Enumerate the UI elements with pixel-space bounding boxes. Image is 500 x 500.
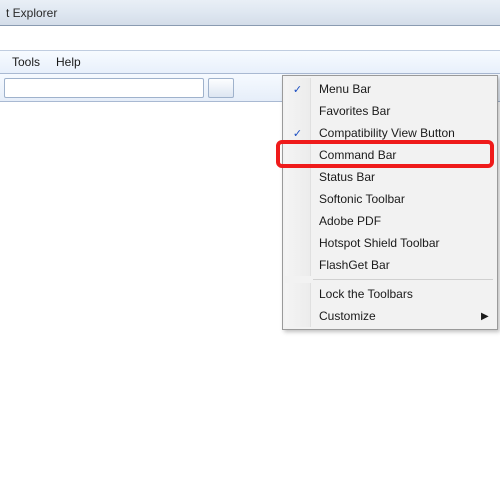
address-field[interactable]	[4, 78, 204, 98]
menu-icon-slot	[285, 210, 311, 232]
menu-icon-slot	[285, 254, 311, 276]
context-menu-item[interactable]: Menu Bar	[285, 78, 495, 100]
context-menu-label: Status Bar	[311, 170, 481, 184]
menu-tools[interactable]: Tools	[4, 53, 48, 71]
context-menu-item[interactable]: Lock the Toolbars	[285, 283, 495, 305]
check-icon	[285, 122, 311, 144]
context-menu-label: Menu Bar	[311, 82, 481, 96]
context-menu-label: Lock the Toolbars	[311, 287, 481, 301]
window-title: t Explorer	[6, 6, 57, 20]
context-menu-item[interactable]: FlashGet Bar	[285, 254, 495, 276]
context-menu-item[interactable]: Compatibility View Button	[285, 122, 495, 144]
context-menu-item[interactable]: Command Bar	[285, 144, 495, 166]
context-menu-item[interactable]: Adobe PDF	[285, 210, 495, 232]
context-menu-item[interactable]: Favorites Bar	[285, 100, 495, 122]
toolbar-context-menu: Menu Bar Favorites Bar Compatibility View …	[282, 75, 498, 330]
context-menu-label: Compatibility View Button	[311, 126, 481, 140]
window-titlebar: t Explorer	[0, 0, 500, 26]
context-menu-label: Customize	[311, 309, 481, 323]
menu-icon-slot	[285, 283, 311, 305]
context-menu-label: Command Bar	[311, 148, 481, 162]
context-menu-label: Adobe PDF	[311, 214, 481, 228]
submenu-arrow-icon: ▶	[481, 311, 495, 322]
context-menu-item[interactable]: Status Bar	[285, 166, 495, 188]
menu-bar: Tools Help	[0, 50, 500, 74]
context-menu-item[interactable]: Hotspot Shield Toolbar	[285, 232, 495, 254]
menu-icon-slot	[285, 100, 311, 122]
context-menu-separator	[313, 279, 493, 280]
menu-icon-slot	[285, 232, 311, 254]
context-menu-item[interactable]: Customize▶	[285, 305, 495, 327]
context-menu-label: FlashGet Bar	[311, 258, 481, 272]
titlebar-gap	[0, 26, 500, 50]
menu-icon-slot	[285, 305, 311, 327]
menu-icon-slot	[285, 166, 311, 188]
go-button[interactable]	[208, 78, 234, 98]
context-menu-label: Favorites Bar	[311, 104, 481, 118]
menu-icon-slot	[285, 188, 311, 210]
menu-icon-slot	[285, 144, 311, 166]
context-menu-label: Hotspot Shield Toolbar	[311, 236, 481, 250]
context-menu-label: Softonic Toolbar	[311, 192, 481, 206]
menu-help[interactable]: Help	[48, 53, 89, 71]
context-menu-item[interactable]: Softonic Toolbar	[285, 188, 495, 210]
check-icon	[285, 78, 311, 100]
